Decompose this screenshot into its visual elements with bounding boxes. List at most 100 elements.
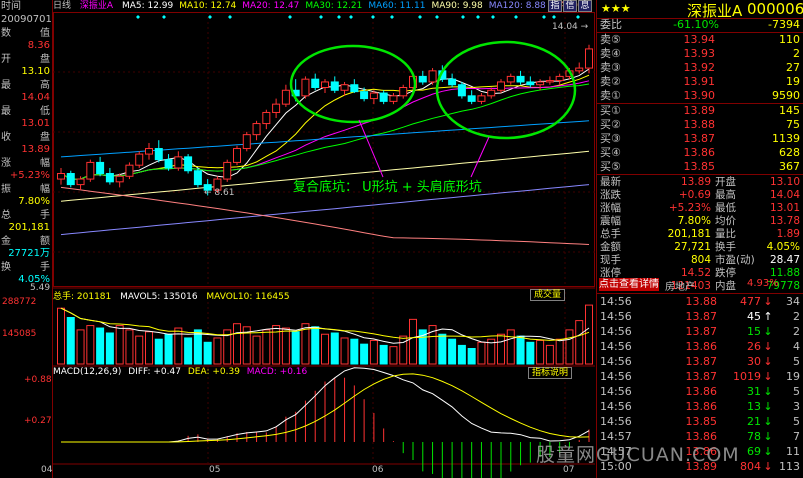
candle[interactable] [497,79,505,94]
buy-level-1[interactable]: 买① 13.89 145 [597,104,803,118]
candle[interactable] [135,151,144,168]
ma-item-ma5: MA5: 12.99 [121,1,174,11]
candle[interactable] [457,81,466,99]
candle[interactable] [575,62,584,74]
signal-diamond [288,15,292,19]
top-button-0[interactable]: 指 [548,0,562,12]
chart-period-tab[interactable]: 日线 [53,1,71,11]
volume-bar [575,320,584,365]
candle[interactable] [281,84,290,107]
vol-axis-top: 288772 [2,297,37,307]
candle[interactable] [96,156,105,177]
sell-level-2[interactable]: 卖② 13.91 19 [597,75,803,89]
candle[interactable] [545,76,554,85]
macd-axis-mid: +0.27 [24,416,52,426]
candle[interactable] [350,79,359,94]
candle[interactable] [193,167,202,188]
indicator-help-button[interactable]: 指标说明 [528,367,573,379]
candle[interactable] [164,154,173,171]
chart-top-buttons: 指信息 [548,0,593,12]
tick-row: 14:56 13.85 21 ↓ 5 [600,415,800,428]
left-tab-time[interactable]: 时间 [0,1,52,13]
weibi-row: 委比 -61.10% -7394 [600,18,800,31]
y-bottom-label: 5.49 [30,283,51,293]
volume-bar [360,343,369,365]
volume-bar [438,333,447,365]
sell-level-3[interactable]: 卖③ 13.92 27 [597,61,803,75]
top-button-1[interactable]: 信 [563,0,577,12]
candle[interactable] [399,84,408,99]
buy-level-5[interactable]: 买⑤ 13.85 367 [597,160,803,174]
buy-level-2[interactable]: 买② 13.88 75 [597,118,803,132]
head-shoulder-ellipse [435,40,577,140]
volume-bar [369,339,378,365]
left-value-2: 14.04 [21,92,50,103]
candle[interactable] [223,159,232,182]
volume-indicator-button[interactable]: 成交量 [530,289,566,301]
sector-name[interactable]: 房地产 [665,278,695,293]
candle[interactable] [233,145,241,166]
candle[interactable] [506,73,515,85]
buy-level-3[interactable]: 买③ 13.87 1139 [597,132,803,146]
candle[interactable] [487,87,496,99]
left-value-4: 13.89 [21,144,50,155]
volume-bar [330,332,339,365]
candle[interactable] [448,73,457,88]
candle[interactable] [145,142,153,160]
signal-diamond [542,15,546,19]
sector-detail-button[interactable]: 点击查看详情 [599,278,659,291]
left-field-4: 收盘 [1,132,50,143]
volume-bar [193,329,202,365]
candle[interactable] [418,70,427,85]
signal-diamond [162,15,166,19]
left-value-0: 8.36 [27,40,50,51]
sell-level-4[interactable]: 卖④ 13.93 2 [597,47,803,61]
tick-row: 14:56 13.87 30 ↓ 5 [600,355,800,368]
volume-bar [233,323,241,365]
volume-bar [545,344,554,365]
candle[interactable] [184,154,193,174]
candle[interactable] [66,170,75,188]
candle[interactable] [585,44,593,74]
price-low-label: ← 8.61 [204,188,235,198]
candle[interactable] [428,68,437,85]
candle[interactable] [154,140,163,163]
left-value-3: 13.01 [21,118,50,129]
candle[interactable] [330,76,339,94]
sell-level-1[interactable]: 卖① 13.90 9590 [597,89,803,103]
candle[interactable] [174,151,183,171]
candle[interactable] [252,120,261,141]
rating-stars: ★★★ [601,2,631,15]
volume-bar [125,329,134,365]
kline-chart[interactable] [53,12,595,478]
ma-item-ma20: MA20: 12.47 [242,1,300,11]
candle[interactable] [321,79,329,94]
candle[interactable] [467,90,476,105]
candle[interactable] [272,98,281,119]
candle[interactable] [389,93,398,105]
candle[interactable] [555,73,564,85]
sell-level-5[interactable]: 卖⑤ 13.94 110 [597,33,803,47]
candle[interactable] [477,93,486,105]
tick-row: 14:56 13.86 31 ↓ 5 [600,385,800,398]
candle[interactable] [301,76,310,99]
volume-bar [321,333,329,365]
left-field-0: 数值 [1,28,50,39]
top-button-2[interactable]: 息 [578,0,592,12]
candle[interactable] [86,159,95,182]
signal-diamond [390,15,394,19]
candle[interactable] [516,70,525,85]
candle[interactable] [105,167,114,185]
candle[interactable] [262,109,271,130]
candle[interactable] [379,90,388,105]
stat-row-2: 涨幅 +5.23% 最低 13.01 [600,202,800,214]
signal-diamond [319,15,323,19]
buy-level-4[interactable]: 买④ 13.86 628 [597,146,803,160]
candle[interactable] [57,167,65,185]
candle[interactable] [526,76,535,88]
candle[interactable] [311,73,320,91]
volume-bar [565,329,574,365]
candle[interactable] [242,131,251,152]
candle[interactable] [125,162,134,180]
left-field-9: 换手 [1,262,50,273]
